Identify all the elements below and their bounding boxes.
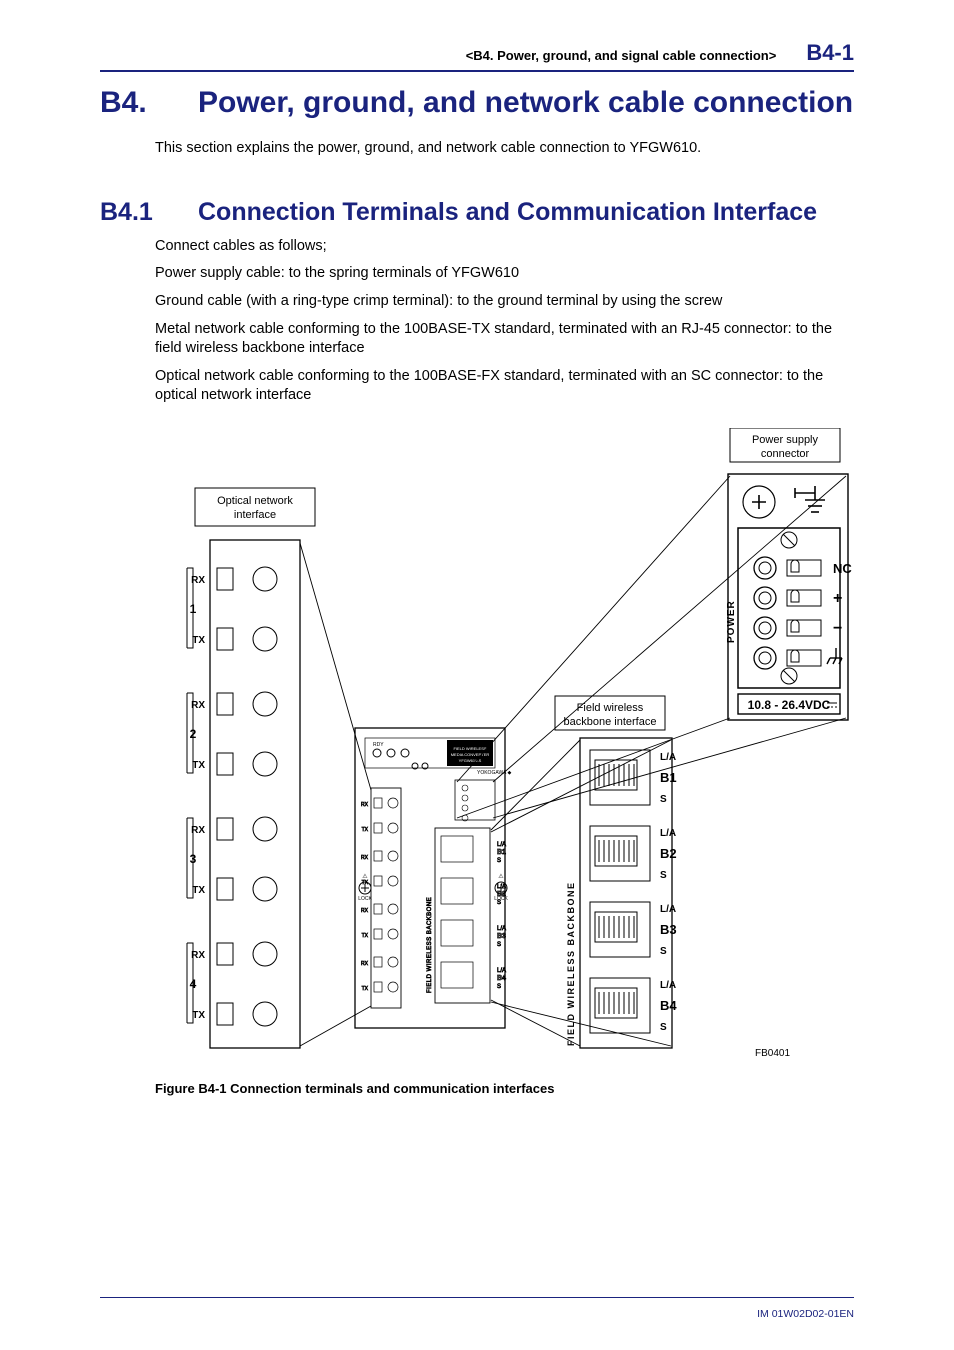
paragraph-4: Metal network cable conforming to the 10…: [155, 320, 854, 359]
svg-text:RX: RX: [361, 802, 369, 808]
svg-text:RX: RX: [361, 908, 369, 914]
svg-text:RX: RX: [361, 961, 369, 967]
figure-ref: FB0401: [755, 1048, 790, 1059]
paragraph-2: Power supply cable: to the spring termin…: [155, 264, 854, 284]
figure-caption: Figure B4-1 Connection terminals and com…: [155, 1081, 854, 1096]
opt3-tx: TX: [192, 885, 205, 896]
optical-label-line2: interface: [234, 509, 276, 521]
svg-text:S: S: [497, 984, 501, 990]
svg-text:S: S: [497, 858, 501, 864]
power-term-plus: +: [833, 590, 842, 607]
svg-text:S: S: [660, 794, 667, 805]
opt1-tx: TX: [192, 635, 205, 646]
figure-b4-1: Optical network interface RX 1 TX RX: [155, 428, 854, 1096]
svg-text:TX: TX: [362, 933, 369, 939]
svg-text:L/A: L/A: [497, 926, 506, 932]
svg-text:RX: RX: [361, 855, 369, 861]
backbone-b3: B3: [660, 922, 677, 937]
svg-text:S: S: [660, 946, 667, 957]
svg-text:S: S: [497, 942, 501, 948]
power-side-text: POWER: [726, 600, 737, 643]
backbone-b2: B2: [660, 846, 677, 861]
backbone-panel: Field wireless backbone interface FIELD …: [555, 696, 677, 1048]
power-label-line1: Power supply: [752, 434, 819, 446]
optical-label-line1: Optical network: [217, 495, 293, 507]
heading-2: B4.1 Connection Terminals and Communicat…: [100, 198, 854, 227]
svg-text:TX: TX: [362, 986, 369, 992]
h2-title: Connection Terminals and Communication I…: [198, 198, 854, 227]
h1-number: B4.: [100, 86, 198, 121]
device-miniature: RDY FIELD WIRELESS MEDIA CONVERTER YFGW6…: [355, 728, 511, 1028]
power-term-minus: −: [833, 620, 842, 637]
power-panel: Power supply connector: [726, 428, 852, 720]
fwb-label-line2: backbone interface: [564, 716, 657, 728]
h2-number: B4.1: [100, 198, 198, 227]
svg-text:L/A: L/A: [497, 968, 506, 974]
paragraph-3: Ground cable (with a ring-type crimp ter…: [155, 292, 854, 312]
opt2-tx: TX: [192, 760, 205, 771]
paragraph-1: Connect cables as follows;: [155, 237, 854, 257]
svg-text:B4: B4: [497, 975, 506, 982]
power-label-line2: connector: [761, 448, 810, 460]
figure-svg: Optical network interface RX 1 TX RX: [155, 428, 855, 1068]
svg-text:L/A: L/A: [660, 828, 676, 839]
page-header: <B4. Power, ground, and signal cable con…: [100, 40, 854, 72]
document-id: IM 01W02D02-01EN: [757, 1308, 854, 1320]
svg-text:B3: B3: [497, 933, 506, 940]
footer-rule: [100, 1297, 854, 1298]
svg-text:⚠: ⚠: [498, 873, 504, 880]
svg-text:LOCK: LOCK: [358, 896, 372, 902]
svg-text:L/A: L/A: [660, 904, 676, 915]
paragraph-5: Optical network cable conforming to the …: [155, 367, 854, 406]
svg-text:FIELD WIRELESS BACKBONE: FIELD WIRELESS BACKBONE: [427, 897, 433, 993]
backbone-b1: B1: [660, 770, 677, 785]
opt4-tx: TX: [192, 1010, 205, 1021]
svg-text:L/A: L/A: [660, 752, 676, 763]
power-range: 10.8 - 26.4VDC: [748, 698, 831, 712]
svg-text:TX: TX: [362, 827, 369, 833]
svg-text:FIELD WIRELESS: FIELD WIRELESS: [453, 746, 486, 751]
body-text: Connect cables as follows; Power supply …: [155, 237, 854, 406]
optical-panel: Optical network interface RX 1 TX RX: [187, 488, 315, 1048]
backbone-b4: B4: [660, 998, 677, 1013]
svg-text:S: S: [660, 870, 667, 881]
page-number: B4-1: [806, 40, 854, 66]
svg-text:L/A: L/A: [660, 980, 676, 991]
intro-paragraph: This section explains the power, ground,…: [155, 139, 854, 159]
svg-text:B1: B1: [497, 849, 506, 856]
power-term-nc: NC: [833, 561, 852, 576]
svg-text:RDY: RDY: [373, 742, 384, 748]
running-head: <B4. Power, ground, and signal cable con…: [466, 48, 777, 63]
svg-text:S: S: [660, 1022, 667, 1033]
svg-text:LOCK: LOCK: [494, 896, 508, 902]
svg-text:L/A: L/A: [497, 842, 506, 848]
svg-text:⚠: ⚠: [362, 873, 368, 880]
h1-title: Power, ground, and network cable connect…: [198, 86, 854, 121]
fwb-label-line1: Field wireless: [577, 702, 644, 714]
heading-1: B4. Power, ground, and network cable con…: [100, 86, 854, 121]
svg-text:L/A: L/A: [497, 884, 506, 890]
